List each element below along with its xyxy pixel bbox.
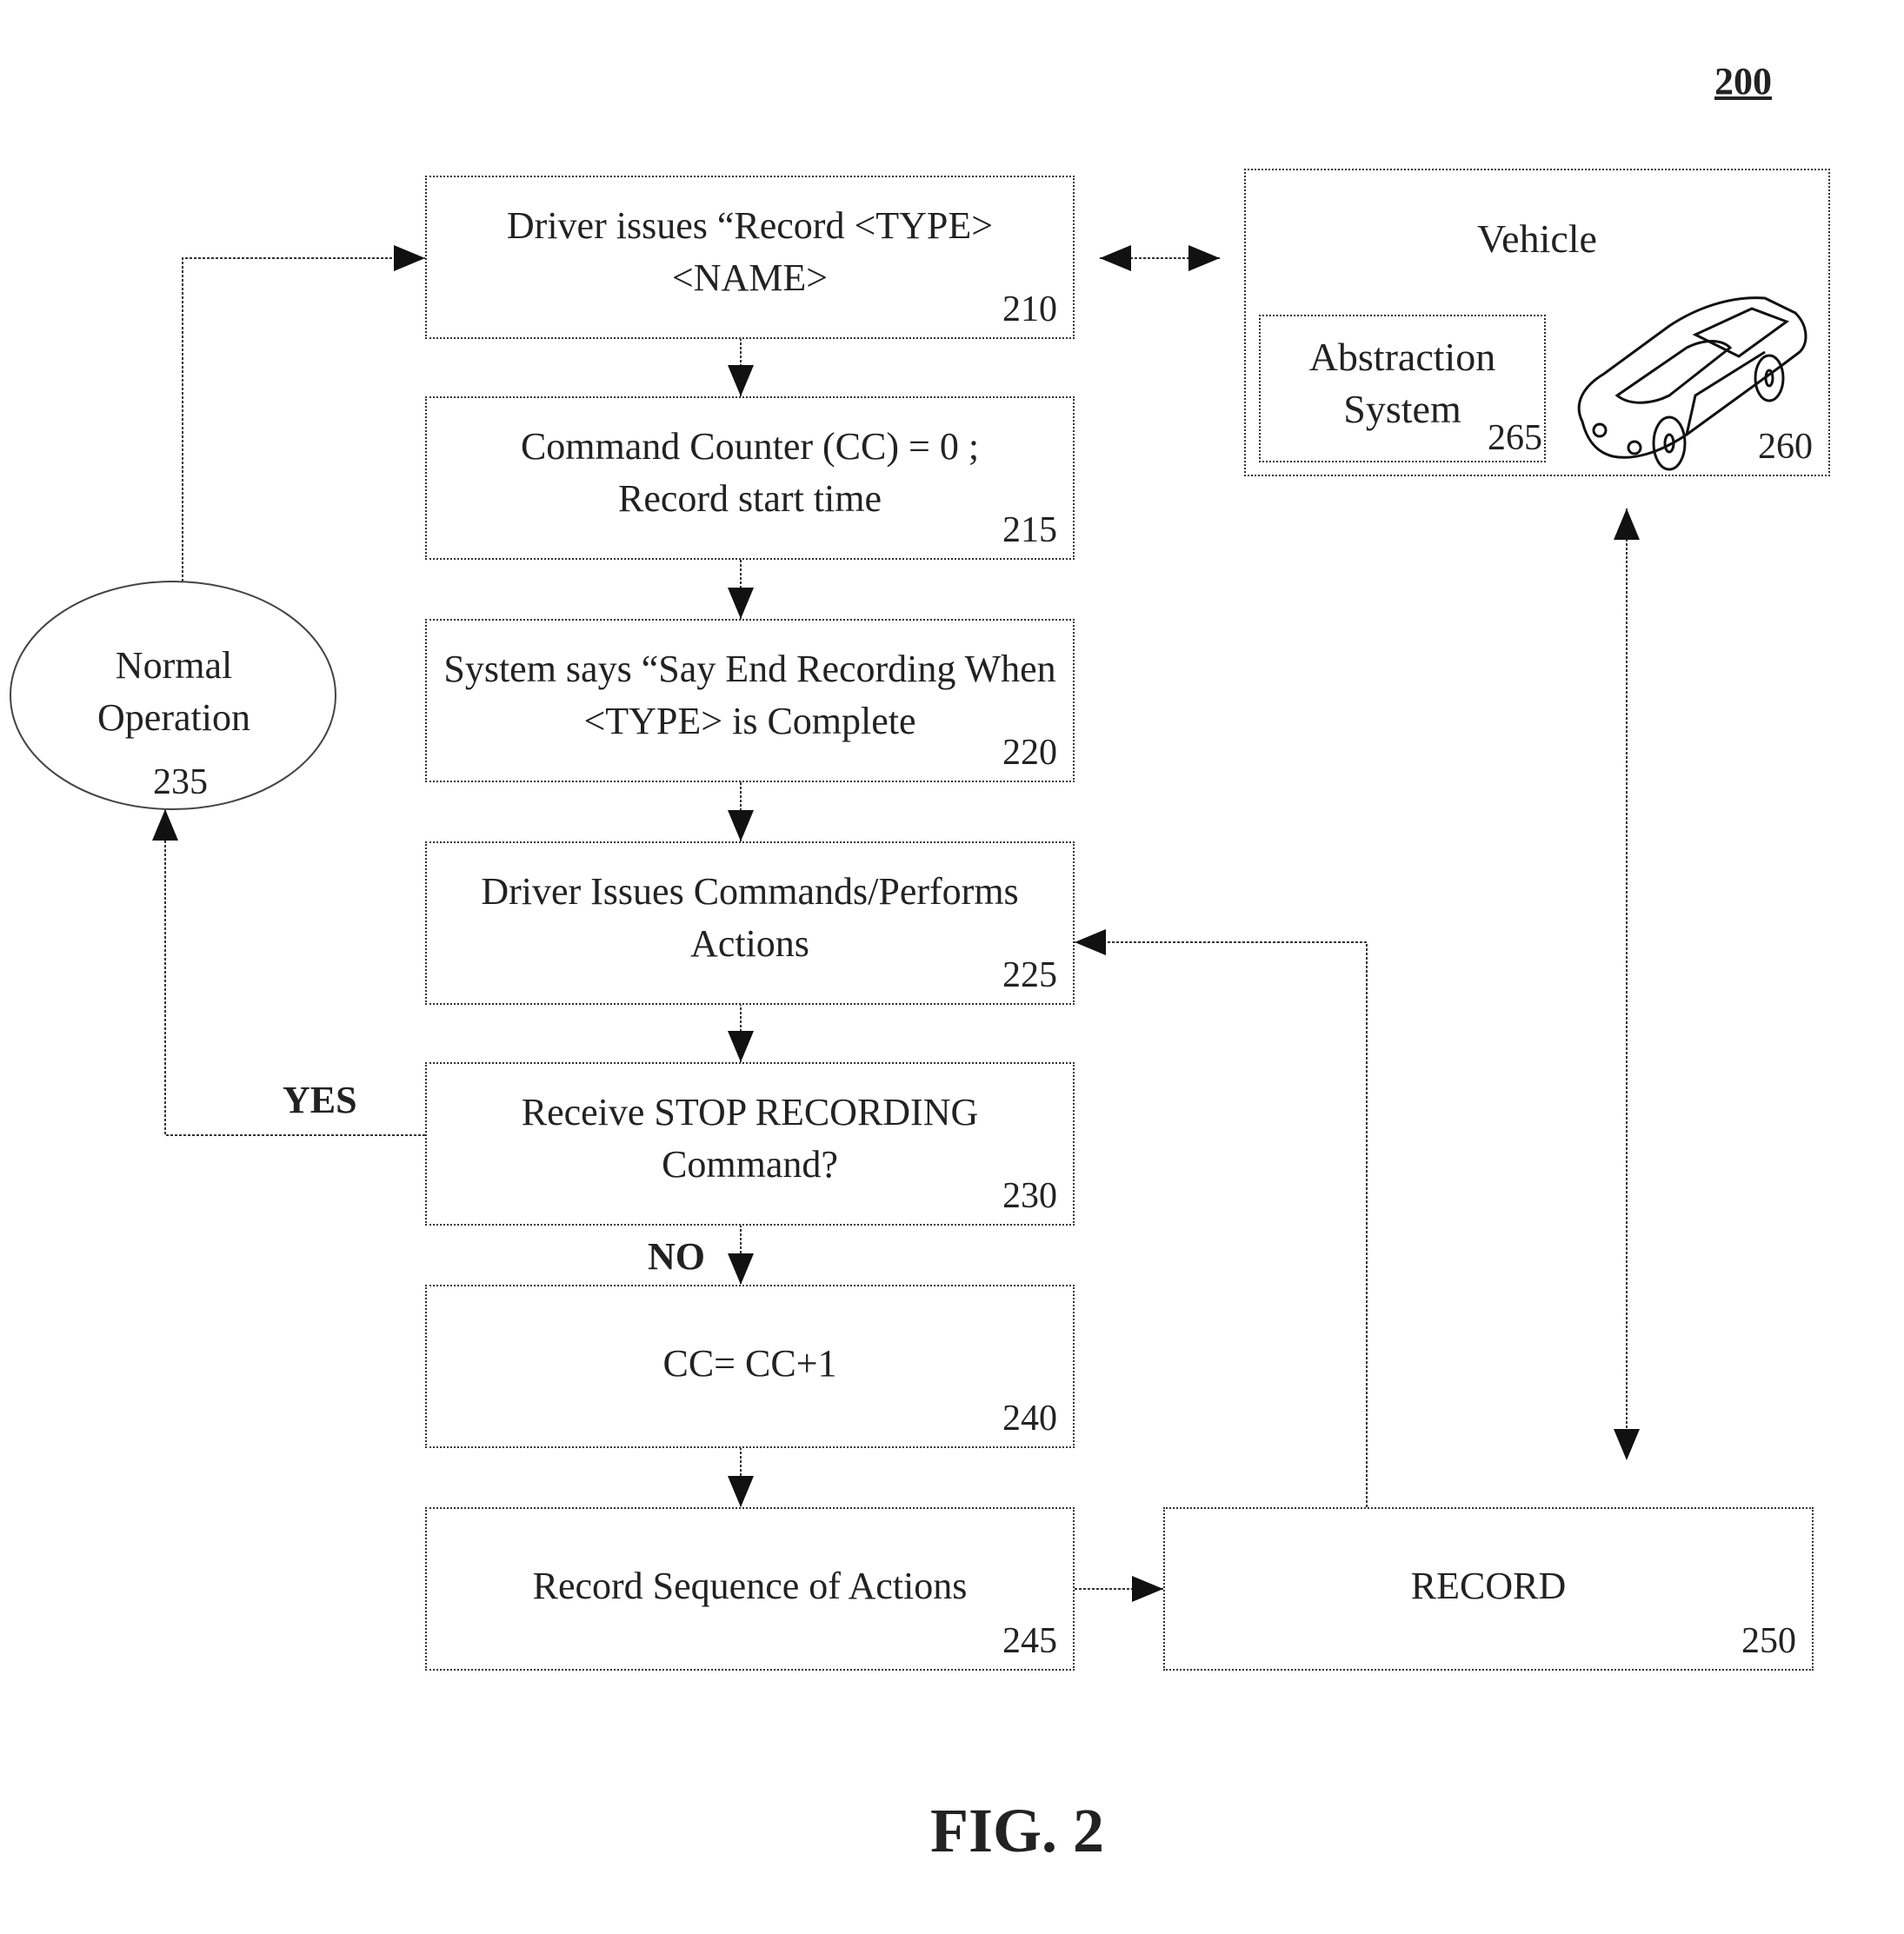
node-265-abstraction-system: Abstraction System 265 [1259, 315, 1546, 462]
node-245-ref: 245 [1002, 1621, 1057, 1661]
node-260-vehicle: Vehicle 260 Abstraction System 265 [1244, 169, 1830, 476]
arrow-235-210 [182, 245, 425, 582]
edge-label-yes: YES [283, 1079, 357, 1121]
node-225: Driver Issues Commands/Performs Actions … [425, 841, 1075, 1005]
node-245: Record Sequence of Actions 245 [425, 1507, 1075, 1671]
node-230-label: Receive STOP RECORDING Command? [521, 1091, 979, 1186]
node-235-label: Normal Operation [97, 644, 250, 739]
node-220-label: System says “Say End Recording When <TYP… [443, 648, 1056, 742]
node-240-ref: 240 [1002, 1399, 1057, 1439]
node-240-label: CC= CC+1 [662, 1342, 837, 1385]
node-260-label: Vehicle [1477, 216, 1597, 261]
node-230-decision: Receive STOP RECORDING Command? 230 [425, 1062, 1075, 1226]
node-225-ref: 225 [1002, 955, 1057, 995]
node-245-label: Record Sequence of Actions [532, 1565, 968, 1607]
node-260-ref: 260 [1758, 427, 1813, 467]
node-220-ref: 220 [1002, 733, 1057, 773]
figure-number: 200 [1714, 60, 1772, 103]
node-250-label: RECORD [1410, 1565, 1567, 1607]
node-220: System says “Say End Recording When <TYP… [425, 619, 1075, 782]
arrow-250-225 [1075, 929, 1368, 1507]
node-215-label: Command Counter (CC) = 0 ; Record start … [520, 425, 980, 520]
node-210: Driver issues “Record <TYPE> <NAME> 210 [425, 176, 1075, 339]
node-235-ref: 235 [153, 762, 208, 802]
node-240: CC= CC+1 240 [425, 1285, 1075, 1448]
node-230-ref: 230 [1002, 1176, 1057, 1216]
node-250-ref: 250 [1741, 1621, 1796, 1661]
node-215-ref: 215 [1002, 510, 1057, 550]
node-265-ref: 265 [1488, 418, 1542, 458]
figure-caption: FIG. 2 [929, 1796, 1104, 1865]
node-210-label: Driver issues “Record <TYPE> <NAME> [506, 204, 994, 299]
node-215: Command Counter (CC) = 0 ; Record start … [425, 396, 1075, 560]
node-210-ref: 210 [1002, 289, 1057, 329]
edge-label-no: NO [648, 1235, 705, 1278]
node-250: RECORD 250 [1163, 1507, 1814, 1671]
node-225-label: Driver Issues Commands/Performs Actions [481, 870, 1019, 965]
